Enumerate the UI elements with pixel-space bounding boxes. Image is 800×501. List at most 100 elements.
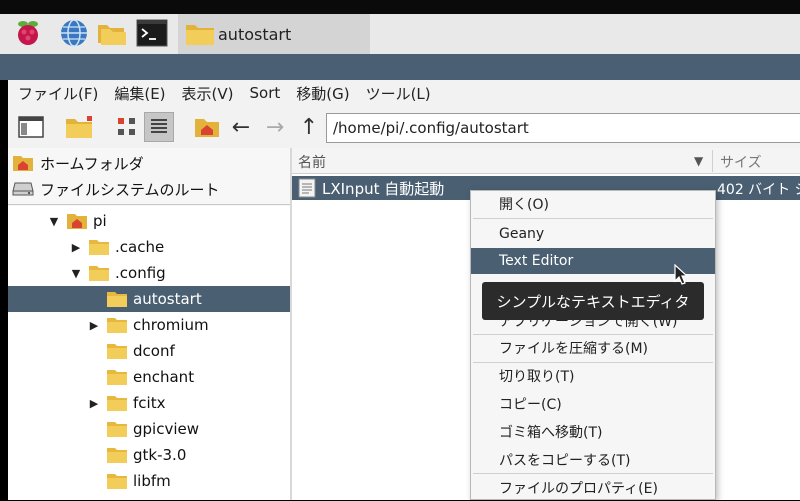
arrow-left-icon: ← [231, 114, 251, 140]
sort-descending-icon: ▼ [694, 154, 704, 168]
folder-tab-icon [66, 116, 92, 138]
ctx-label: コピー(C) [499, 397, 562, 413]
menu-view[interactable]: 表示(V) [174, 83, 242, 104]
places-panel: ホームフォルダ ファイルシステムのルート [8, 148, 290, 205]
menu-tools[interactable]: ツール(L) [358, 83, 439, 104]
sidebar: ホームフォルダ ファイルシステムのルート ▼ pi ▶ .cache ▼ .co… [8, 148, 370, 500]
tree-item-label: gtk-3.0 [133, 446, 187, 464]
arrow-up-icon: ↑ [299, 114, 319, 140]
icon-view-button[interactable] [112, 112, 142, 142]
list-view-button[interactable] [144, 112, 174, 142]
folder-icon [184, 18, 216, 50]
file-name: LXInput 自動起動 [322, 179, 445, 198]
menu-go[interactable]: 移動(G) [288, 83, 357, 104]
text-file-icon [298, 178, 316, 198]
taskbar-window-autostart[interactable]: autostart [178, 14, 370, 54]
tree-item-label: .cache [115, 238, 165, 256]
expander-icon[interactable]: ▶ [88, 319, 100, 332]
expander-icon[interactable]: ▼ [48, 215, 60, 228]
menu-sort[interactable]: Sort [242, 84, 289, 102]
icon-view-icon [118, 118, 135, 135]
directory-tree: ▼ pi ▶ .cache ▼ .config autostart ▶ chro… [8, 206, 370, 500]
file-size: 402 バイト ジ [717, 182, 800, 198]
menu-separator [473, 473, 713, 474]
folder-icon [107, 421, 127, 437]
ctx-open-geany[interactable]: Geany [471, 221, 715, 247]
new-tab-button[interactable] [64, 112, 94, 142]
folder-icon [89, 239, 109, 255]
ctx-label: Geany [499, 226, 545, 242]
column-name-header[interactable]: 名前 [298, 152, 326, 172]
place-filesystem-root[interactable]: ファイルシステムのルート [12, 176, 220, 202]
home-folder-icon [67, 214, 87, 229]
place-label: ファイルシステムのルート [40, 180, 220, 199]
file-manager-icon[interactable] [96, 17, 128, 49]
ctx-label: ファイルのプロパティ(E) [499, 481, 658, 497]
column-separator[interactable] [712, 150, 713, 172]
menubar: ファイル(F) 編集(E) 表示(V) Sort 移動(G) ツール(L) [8, 80, 800, 106]
tooltip: シンプルなテキストエディタ [482, 282, 704, 320]
tree-item-label: chromium [133, 316, 209, 334]
home-folder-icon [13, 156, 33, 171]
expander-icon[interactable]: ▶ [70, 241, 82, 254]
taskbar-window-label: autostart [218, 24, 292, 44]
back-button[interactable]: ← [226, 112, 256, 142]
ctx-compress[interactable]: ファイルを圧縮する(M) [471, 335, 715, 361]
column-header: 名前 ▼ サイズ [292, 148, 800, 174]
window-titlebar[interactable] [0, 54, 800, 80]
folder-icon [107, 317, 127, 333]
drive-icon [12, 182, 34, 196]
tooltip-text: シンプルなテキストエディタ [496, 292, 690, 311]
home-icon [195, 119, 219, 137]
tree-item-label: autostart [133, 290, 202, 308]
up-button[interactable]: ↑ [294, 112, 324, 142]
ctx-open[interactable]: 開く(O) [471, 191, 715, 217]
ctx-label: ファイルを圧縮する(M) [499, 341, 649, 357]
tree-item-label: pi [93, 212, 107, 230]
web-browser-icon[interactable] [58, 17, 90, 49]
folder-icon [89, 265, 109, 281]
expander-icon[interactable]: ▼ [70, 267, 82, 280]
folder-icon [107, 291, 127, 307]
ctx-copy-path[interactable]: パスをコピーする(T) [471, 447, 715, 473]
ctx-label: 開く(O) [499, 197, 549, 213]
ctx-properties[interactable]: ファイルのプロパティ(E) [471, 475, 715, 501]
context-menu: 開く(O) Geany Text Editor アプリケーションで開く(W) フ… [470, 190, 716, 500]
place-label: ホームフォルダ [40, 154, 144, 173]
forward-button[interactable]: → [260, 112, 290, 142]
raspberry-menu-icon[interactable] [12, 17, 44, 49]
expander-icon[interactable]: ▶ [88, 397, 100, 410]
menu-edit[interactable]: 編集(E) [106, 83, 173, 104]
window-icon [18, 116, 44, 138]
tree-item-label: gpicview [133, 420, 199, 438]
ctx-label: ゴミ箱へ移動(T) [499, 425, 603, 441]
ctx-copy[interactable]: コピー(C) [471, 391, 715, 417]
home-button[interactable] [192, 112, 222, 142]
tree-item-pi[interactable]: ▼ pi [8, 208, 330, 234]
ctx-label: 切り取り(T) [499, 369, 575, 385]
path-input[interactable]: /home/pi/.config/autostart [326, 113, 800, 143]
terminal-icon[interactable] [136, 17, 168, 49]
ctx-label: Text Editor [499, 253, 574, 269]
new-window-button[interactable] [16, 112, 46, 142]
column-size-header[interactable]: サイズ [720, 152, 762, 172]
folder-icon [107, 343, 127, 359]
menu-file[interactable]: ファイル(F) [8, 83, 106, 104]
mouse-cursor-icon [674, 264, 689, 285]
ctx-label: パスをコピーする(T) [499, 453, 631, 469]
tree-item-label: .config [115, 264, 166, 282]
arrow-right-icon: → [265, 114, 285, 140]
place-home-folder[interactable]: ホームフォルダ [12, 150, 144, 176]
ctx-cut[interactable]: 切り取り(T) [471, 363, 715, 389]
folder-icon [107, 473, 127, 489]
ctx-move-to-trash[interactable]: ゴミ箱へ移動(T) [471, 419, 715, 445]
menu-separator [473, 218, 713, 219]
tree-item-label: libfm [133, 472, 171, 490]
taskbar: autostart [0, 0, 800, 54]
tree-item-label: fcitx [133, 394, 166, 412]
tree-item-label: dconf [133, 342, 175, 360]
path-text: /home/pi/.config/autostart [333, 119, 529, 137]
folder-icon [107, 369, 127, 385]
list-view-icon [151, 119, 167, 133]
tree-item-label: enchant [133, 368, 195, 386]
